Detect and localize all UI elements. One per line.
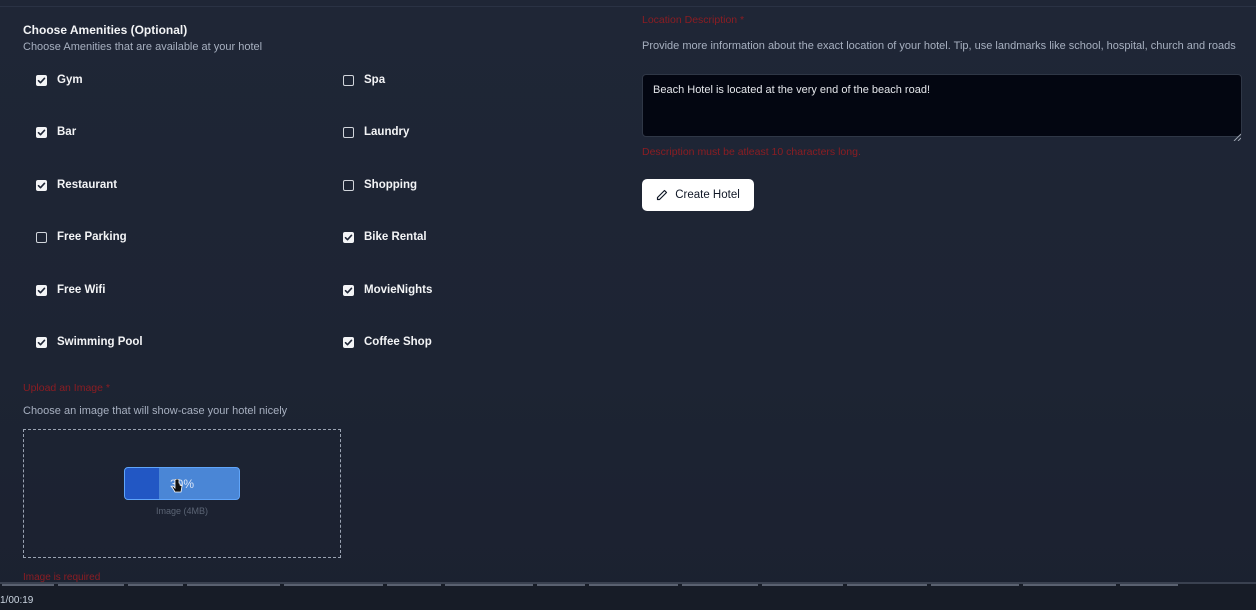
progress-segment	[187, 584, 280, 586]
amenity-label: Laundry	[364, 126, 410, 138]
progress-segment	[2, 584, 54, 586]
progress-segment	[931, 584, 1019, 586]
progress-segment	[762, 584, 843, 586]
amenity-label: Coffee Shop	[364, 336, 432, 348]
upload-image-description: Choose an image that will show-case your…	[23, 405, 288, 417]
progress-segment	[537, 584, 585, 586]
amenity-checkbox[interactable]: Coffee Shop	[343, 336, 432, 348]
location-description-textarea[interactable]: Beach Hotel is located at the very end o…	[642, 74, 1242, 137]
pencil-icon	[657, 189, 668, 201]
checkbox-checked-icon[interactable]	[36, 284, 47, 296]
amenity-checkbox[interactable]: Shopping	[343, 179, 417, 191]
amenity-label: Bar	[57, 126, 77, 138]
amenity-checkbox[interactable]: Free Wifi	[36, 284, 105, 296]
progress-segment	[1120, 584, 1178, 586]
progress-segment	[589, 584, 678, 586]
progress-segment	[387, 584, 441, 586]
amenity-label: Shopping	[364, 179, 418, 191]
create-hotel-label: Create Hotel	[675, 189, 740, 201]
amenity-label: MovieNights	[364, 284, 433, 296]
progress-segment	[445, 584, 533, 586]
top-divider	[0, 0, 1256, 7]
amenity-label: Spa	[364, 74, 386, 86]
amenity-checkbox[interactable]: Free Parking	[36, 231, 127, 243]
amenity-label: Restaurant	[57, 179, 118, 191]
checkbox-checked-icon[interactable]	[36, 74, 47, 86]
resize-handle-icon[interactable]	[1233, 128, 1242, 146]
create-hotel-button[interactable]: Create Hotel	[642, 179, 754, 211]
location-error-text: Description must be atleast 10 character…	[642, 146, 861, 158]
amenities-subtitle: Choose Amenities that are available at y…	[23, 41, 263, 53]
hand-cursor-icon	[171, 478, 183, 500]
amenity-label: Free Wifi	[57, 284, 106, 296]
amenity-checkbox[interactable]: Spa	[343, 74, 385, 86]
amenity-label: Swimming Pool	[57, 336, 143, 348]
upload-image-label: Upload an Image *	[23, 382, 110, 394]
time-readout: 1/00:19	[0, 595, 34, 606]
progress-segment	[1023, 584, 1116, 586]
amenity-checkbox[interactable]: Bar	[36, 126, 76, 138]
checkbox-unchecked-icon[interactable]	[36, 231, 47, 243]
progress-segment	[58, 584, 124, 586]
progress-segment	[128, 584, 183, 586]
progress-segment	[284, 584, 383, 586]
checkbox-checked-icon[interactable]	[36, 126, 47, 138]
amenity-label: Gym	[57, 74, 83, 86]
video-player-bar: 1/00:19	[0, 582, 1256, 610]
location-description: Provide more information about the exact…	[642, 40, 1236, 52]
progress-segment	[847, 584, 927, 586]
amenities-title: Choose Amenities (Optional)	[23, 23, 188, 37]
amenity-checkbox[interactable]: Gym	[36, 74, 83, 86]
checkbox-unchecked-icon[interactable]	[343, 179, 354, 191]
amenity-checkbox[interactable]: Bike Rental	[343, 231, 427, 243]
amenity-checkbox[interactable]: Laundry	[343, 126, 409, 138]
amenity-checkbox[interactable]: Swimming Pool	[36, 336, 143, 348]
checkbox-unchecked-icon[interactable]	[343, 126, 354, 138]
checkbox-checked-icon[interactable]	[36, 179, 47, 191]
amenity-checkbox[interactable]: MovieNights	[343, 284, 432, 296]
checkbox-checked-icon[interactable]	[343, 231, 354, 243]
amenity-label: Bike Rental	[364, 231, 427, 243]
checkbox-checked-icon[interactable]	[343, 336, 354, 348]
amenity-label: Free Parking	[57, 231, 127, 243]
location-label: Location Description *	[642, 14, 745, 26]
checkbox-unchecked-icon[interactable]	[343, 74, 354, 86]
checkbox-checked-icon[interactable]	[343, 284, 354, 296]
progress-segment	[682, 584, 758, 586]
upload-size-hint: Image (4MB)	[155, 506, 208, 516]
amenity-checkbox[interactable]: Restaurant	[36, 179, 117, 191]
checkbox-checked-icon[interactable]	[36, 336, 47, 348]
